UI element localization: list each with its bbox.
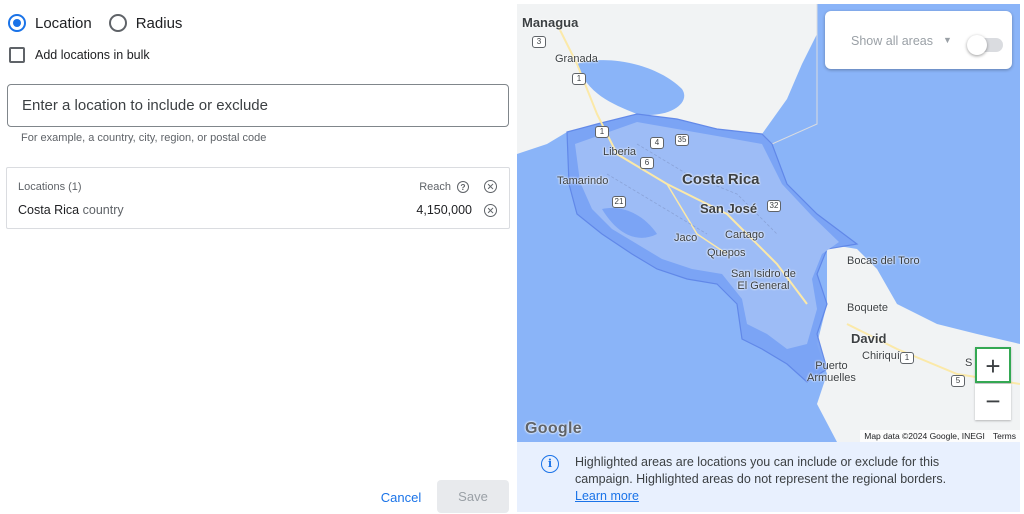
zoom-in-button[interactable]: + xyxy=(975,347,1011,383)
map-label-puerto-armuelles: Puerto Armuelles xyxy=(807,360,856,384)
route-shield: 32 xyxy=(767,200,781,212)
attribution-text: Map data ©2024 Google, INEGI xyxy=(864,431,985,441)
help-icon[interactable]: ? xyxy=(457,181,469,193)
search-hint: For example, a country, city, region, or… xyxy=(21,132,267,144)
bulk-add-label[interactable]: Add locations in bulk xyxy=(35,48,150,62)
map-label-managua: Managua xyxy=(522,15,579,30)
location-search-input[interactable] xyxy=(7,84,509,127)
location-name: Costa Rica xyxy=(18,203,80,217)
map-label-san-isidro: San Isidro de El General xyxy=(731,268,796,292)
location-type: country xyxy=(82,203,124,217)
show-all-areas-control: Show all areas ▼ xyxy=(825,11,1012,69)
save-button[interactable]: Save xyxy=(437,480,509,513)
location-settings-panel: Location Radius Add locations in bulk Fo… xyxy=(0,0,516,514)
route-shield: 4 xyxy=(650,137,664,149)
map-label-chiriqui: Chiriquí xyxy=(862,350,900,362)
map-label-quepos: Quepos xyxy=(707,247,746,259)
locations-card: Locations (1) Reach ? Costa Rica country… xyxy=(6,167,510,229)
route-shield: 5 xyxy=(951,375,965,387)
remove-all-icon[interactable] xyxy=(484,180,497,193)
map-label-david: David xyxy=(851,331,887,346)
zoom-out-button[interactable]: − xyxy=(975,384,1011,420)
map-label-tamarindo: Tamarindo xyxy=(557,175,609,187)
map-base xyxy=(517,4,1020,442)
map-label-capital: San José xyxy=(700,201,758,216)
cancel-button[interactable]: Cancel xyxy=(370,484,432,510)
reach-header-label: Reach xyxy=(419,181,451,193)
map-view[interactable]: 3 1 1 4 35 6 21 32 1 5 Managua Granada L… xyxy=(517,4,1020,442)
location-radio[interactable] xyxy=(8,14,26,32)
learn-more-link[interactable]: Learn more xyxy=(575,489,639,503)
info-message: Highlighted areas are locations you can … xyxy=(575,455,947,486)
map-label-cartago: Cartago xyxy=(725,229,765,241)
map-label-boquete: Boquete xyxy=(847,302,888,314)
route-shield: 6 xyxy=(640,157,654,169)
route-shield: 3 xyxy=(532,36,546,48)
route-shield: 1 xyxy=(900,352,914,364)
route-shield: 21 xyxy=(612,196,626,208)
map-attribution: Map data ©2024 Google, INEGI Terms xyxy=(860,430,1020,442)
map-label-jaco: Jaco xyxy=(674,232,698,244)
radius-radio[interactable] xyxy=(108,14,127,32)
radius-radio-label[interactable]: Radius xyxy=(136,15,183,32)
locations-header: Locations (1) xyxy=(18,181,82,193)
map-label-s: S xyxy=(965,357,973,369)
show-all-areas-label[interactable]: Show all areas xyxy=(851,34,933,48)
google-logo: Google xyxy=(525,420,582,437)
location-radio-label[interactable]: Location xyxy=(35,15,92,32)
remove-location-icon[interactable] xyxy=(484,204,497,217)
location-row-name: Costa Rica country xyxy=(18,203,124,217)
toggle-knob[interactable] xyxy=(967,35,987,55)
route-shield: 1 xyxy=(595,126,609,138)
map-label-country: Costa Rica xyxy=(682,171,760,188)
bulk-add-row: Add locations in bulk xyxy=(9,46,150,64)
bulk-add-checkbox[interactable] xyxy=(9,47,25,63)
route-shield: 1 xyxy=(572,73,586,85)
info-icon: i xyxy=(541,455,559,473)
location-reach: 4,150,000 xyxy=(416,203,472,217)
location-mode-group: Location Radius xyxy=(8,11,199,35)
route-shield: 35 xyxy=(675,134,689,146)
reach-header: Reach ? xyxy=(419,181,469,193)
chevron-down-icon[interactable]: ▼ xyxy=(943,35,952,45)
info-text-block: Highlighted areas are locations you can … xyxy=(575,454,995,505)
terms-link[interactable]: Terms xyxy=(993,431,1016,441)
map-label-granada: Granada xyxy=(555,53,598,65)
info-banner: i Highlighted areas are locations you ca… xyxy=(517,442,1020,512)
map-label-bocas: Bocas del Toro xyxy=(847,255,920,267)
map-label-liberia: Liberia xyxy=(603,146,637,158)
